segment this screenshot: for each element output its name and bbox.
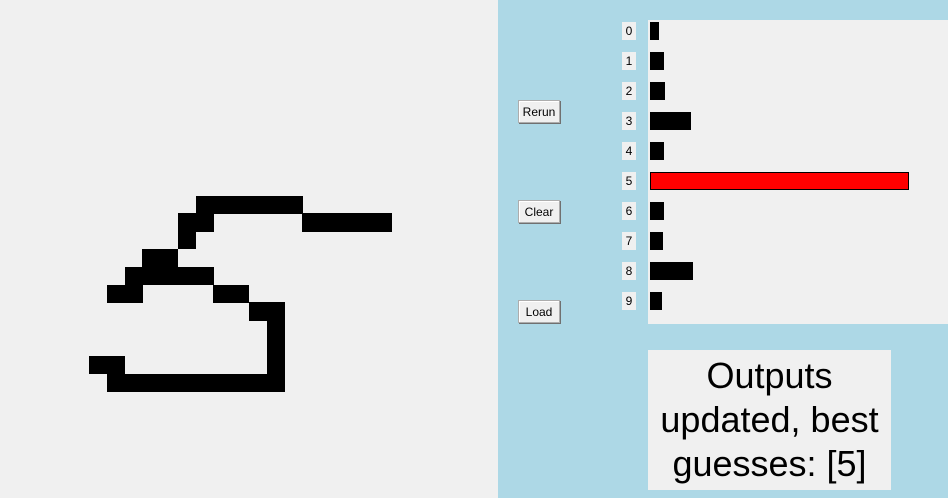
drawing-pixel (337, 213, 357, 232)
drawing-pixel (177, 231, 197, 250)
drawing-pixel (231, 195, 250, 214)
probability-bar (650, 52, 664, 70)
probability-chart (648, 20, 948, 324)
digit-label: 1 (622, 52, 636, 70)
drawing-pixel (177, 266, 197, 286)
probability-bar (650, 22, 660, 40)
drawing-pixel (124, 266, 143, 286)
drawing-pixel (213, 373, 232, 392)
probability-bar (650, 202, 664, 220)
drawing-pixel (320, 213, 339, 232)
digit-label: 2 (622, 82, 636, 100)
drawing-pixel (373, 213, 392, 232)
probability-bar (650, 82, 666, 100)
drawing-pixel (266, 373, 286, 392)
probability-bar (650, 172, 909, 190)
digit-label: 0 (622, 22, 636, 40)
drawing-pixel (160, 266, 179, 286)
drawing-pixel (302, 213, 321, 232)
probability-bar (650, 232, 663, 250)
drawing-pixel (195, 213, 214, 232)
drawing-pixel (213, 195, 232, 214)
drawing-pixel (266, 337, 286, 357)
clear-button[interactable]: Clear (518, 200, 560, 223)
drawing-pixel (195, 373, 214, 392)
digit-label: 3 (622, 112, 636, 130)
drawing-pixel (177, 213, 197, 232)
drawing-pixel (124, 284, 143, 303)
rerun-button[interactable]: Rerun (518, 100, 560, 123)
drawing-pixel (266, 320, 286, 339)
drawing-pixel (195, 195, 214, 214)
drawing-pixel (249, 302, 268, 321)
drawing-pixel (106, 355, 125, 374)
probability-bar (650, 142, 664, 160)
drawing-pixel (142, 249, 161, 268)
drawing-pixel (266, 355, 286, 374)
digit-label: 5 (622, 172, 636, 190)
status-message: Outputs updated, best guesses: [5] (660, 355, 879, 484)
control-panel: Rerun Clear Load 0 1 2 3 4 5 6 7 8 9 Outputs upda… (498, 0, 948, 498)
drawing-pixel (142, 373, 161, 392)
drawing-pixel (142, 266, 161, 286)
drawing-pixel (195, 266, 214, 286)
drawing-canvas[interactable] (0, 0, 498, 498)
drawing-pixel (355, 213, 374, 232)
drawing-pixel (231, 373, 250, 392)
drawing-pixel (249, 373, 268, 392)
drawing-pixel (266, 195, 286, 214)
drawing-pixel (284, 195, 303, 214)
probability-bar (650, 112, 691, 130)
drawing-pixel (160, 373, 179, 392)
drawing-pixel (106, 284, 125, 303)
drawing-pixel (160, 249, 179, 268)
digit-label: 7 (622, 232, 636, 250)
load-button[interactable]: Load (518, 300, 560, 323)
drawing-pixel (106, 373, 125, 392)
digit-label: 4 (622, 142, 636, 160)
drawing-pixel (231, 284, 250, 303)
drawing-pixel (213, 284, 232, 303)
probability-bar (650, 262, 693, 280)
drawing-pixel (124, 373, 143, 392)
drawing-pixel (249, 195, 268, 214)
drawing-pixel (88, 355, 108, 374)
digit-label: 6 (622, 202, 636, 220)
digit-label: 9 (622, 292, 636, 310)
digit-label: 8 (622, 262, 636, 280)
status-text: Outputs updated, best guesses: [5] (648, 350, 891, 490)
drawing-pixel (266, 302, 286, 321)
probability-bar (650, 292, 662, 310)
drawing-pixel (177, 373, 197, 392)
